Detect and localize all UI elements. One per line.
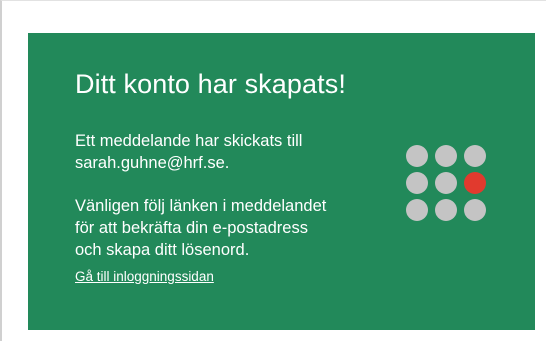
email-sent-line-1: Ett meddelande har skickats till	[75, 132, 303, 150]
page-title: Ditt konto har skapats!	[75, 69, 346, 99]
logo-dot	[406, 172, 428, 194]
logo-dot	[464, 145, 486, 167]
instruction-line-2: för att bekräfta din e-postadress	[75, 219, 308, 237]
instruction-message: Vänligen följ länken i meddelandet för a…	[75, 195, 326, 261]
login-page-link[interactable]: Gå till inloggningssidan	[75, 269, 214, 284]
confirmation-card: Ditt konto har skapats! Ett meddelande h…	[28, 33, 535, 330]
email-address: sarah.guhne@hrf.se.	[75, 154, 230, 172]
logo-dot	[435, 145, 457, 167]
browser-frame: Ditt konto har skapats! Ett meddelande h…	[0, 0, 546, 341]
logo-dot	[435, 199, 457, 221]
logo-dot	[435, 172, 457, 194]
logo-dot-highlight	[464, 172, 486, 194]
email-sent-message: Ett meddelande har skickats till sarah.g…	[75, 130, 302, 174]
instruction-line-3: och skapa ditt lösenord.	[75, 241, 250, 259]
logo-dot	[406, 145, 428, 167]
dot-grid-logo-icon	[406, 145, 490, 221]
logo-dot	[406, 199, 428, 221]
instruction-line-1: Vänligen följ länken i meddelandet	[75, 197, 327, 215]
logo-dot	[464, 199, 486, 221]
